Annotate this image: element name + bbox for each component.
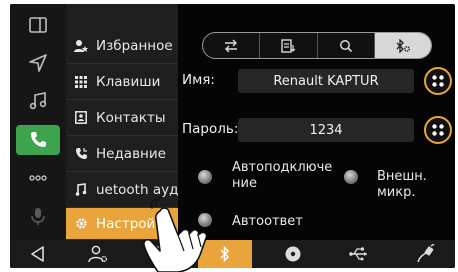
auto-connect-label-line1: Автоподключе (232, 160, 333, 175)
auto-connect-label: Автоподключе ние (232, 160, 332, 192)
gear-icon (66, 217, 96, 230)
menu-item-label: Избранное (96, 37, 173, 54)
phone-icon[interactable] (16, 125, 60, 155)
swap-arrows-icon (225, 39, 238, 52)
bottom-bar (10, 240, 455, 268)
contact-card-icon (66, 111, 96, 124)
menu-item-label: Клавиши (96, 73, 161, 90)
usb-settings-button[interactable] (332, 240, 386, 268)
music-icon[interactable] (16, 86, 60, 116)
tab-search[interactable] (318, 33, 375, 58)
search-icon (339, 39, 352, 52)
password-field[interactable]: 1234 (238, 118, 414, 142)
disc-icon (285, 246, 301, 262)
contact-settings-button[interactable] (70, 240, 126, 268)
music-note-icon (66, 183, 96, 196)
disc-settings-button[interactable] (266, 240, 320, 268)
tapping-hand-icon (143, 196, 208, 272)
menu-item-label: Недавние (96, 145, 166, 162)
split-screen-icon[interactable] (16, 10, 60, 40)
menu-item-recent[interactable]: Недавние (66, 136, 178, 172)
aux-settings-button[interactable] (400, 240, 450, 268)
auto-connect-label-line2: ние (232, 176, 257, 191)
menu-item-favorites[interactable]: Избранное (66, 28, 178, 64)
aux-cable-icon (417, 244, 435, 263)
device-name-field[interactable]: Renault KAPTUR (238, 69, 414, 93)
recent-calls-icon (66, 147, 96, 160)
microphone-icon[interactable] (16, 201, 60, 231)
auto-answer-label: Автоответ (232, 214, 303, 229)
settings-tabs (202, 32, 432, 59)
device-list-icon (281, 38, 296, 53)
password-keypad-button[interactable] (424, 116, 452, 144)
tab-device-list[interactable] (260, 33, 318, 58)
keypad-dots-icon (432, 124, 444, 136)
usb-icon (349, 247, 367, 261)
external-mic-radio[interactable] (344, 170, 358, 184)
external-mic-label: Внешн. микр. (377, 169, 427, 200)
person-gear-icon (88, 245, 108, 263)
name-keypad-button[interactable] (424, 67, 452, 95)
person-star-icon (66, 39, 96, 53)
navigation-icon[interactable] (16, 48, 60, 78)
bluetooth-settings-panel: Имя: Renault KAPTUR Пароль: 1234 Автопод… (178, 4, 455, 240)
password-label: Пароль: (182, 121, 239, 137)
system-rail (10, 4, 66, 268)
head-unit-screen: Избранное Клавиши Контакты Недавние ueto… (10, 4, 455, 268)
tab-pairing[interactable] (203, 33, 261, 58)
keypad-dots-icon (432, 75, 444, 87)
menu-item-contacts[interactable]: Контакты (66, 100, 178, 136)
tab-bluetooth-settings[interactable] (374, 33, 431, 58)
keypad-grid-icon (66, 75, 96, 88)
back-button[interactable] (16, 240, 60, 268)
name-label: Имя: (182, 72, 215, 88)
more-apps-icon[interactable] (16, 163, 60, 193)
back-triangle-icon (31, 246, 44, 262)
menu-item-keypad[interactable]: Клавиши (66, 64, 178, 100)
menu-item-label: Контакты (96, 109, 166, 126)
bluetooth-gear-icon (396, 38, 410, 53)
auto-connect-radio[interactable] (198, 170, 212, 184)
